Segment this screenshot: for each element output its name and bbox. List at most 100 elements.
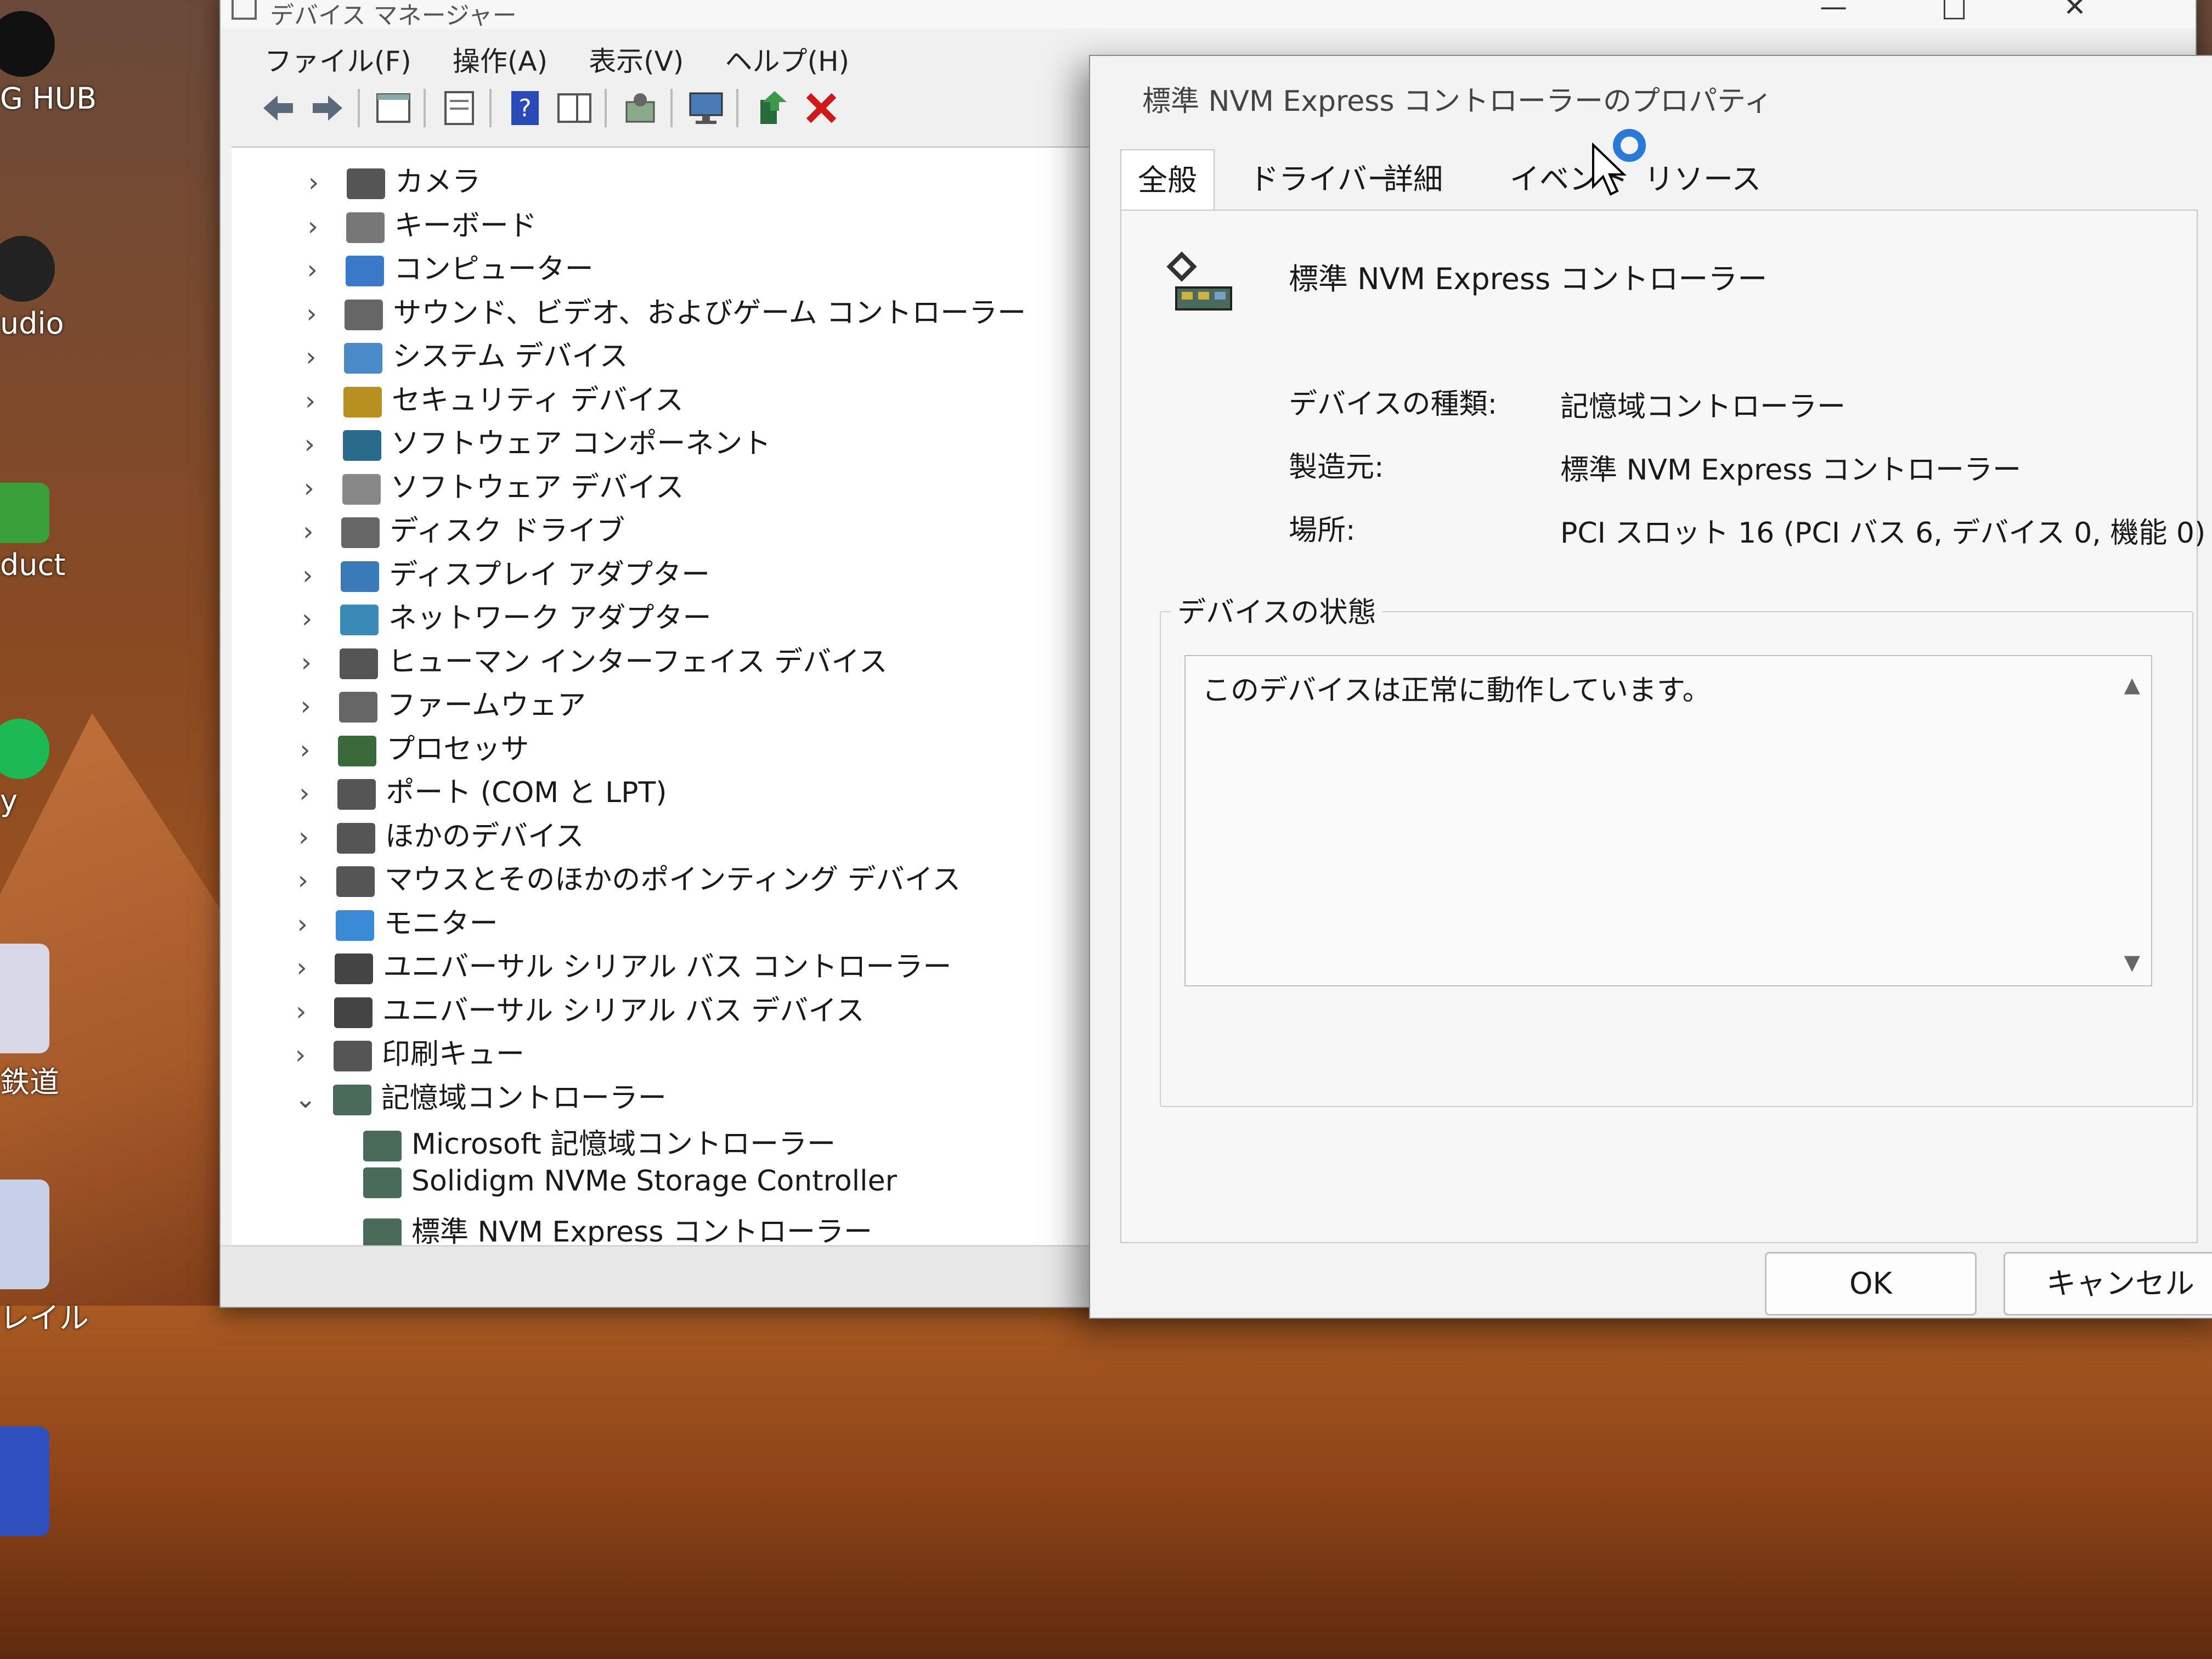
minimize-button[interactable]: — [1801,0,1866,23]
game-app-icon [0,944,49,1053]
tree-item[interactable]: › ポート (COM と LPT) [299,769,667,810]
tree-item[interactable]: › コンピューター [307,246,594,287]
tree-item[interactable]: › 印刷キュー [295,1031,524,1072]
scan-hardware-icon[interactable] [621,89,659,127]
close-button[interactable]: ✕ [2042,0,2108,23]
tree-item-label: ソフトウェア デバイス [390,471,684,504]
tab-general[interactable]: 全般 [1120,149,1215,215]
chevron-right-icon[interactable]: › [308,211,346,242]
desktop-icon-audio[interactable]: udio [0,236,77,341]
general-tab-panel: 標準 NVM Express コントローラー デバイスの種類: 記憶域コントロー… [1120,210,2205,1243]
chevron-right-icon[interactable]: › [304,429,343,460]
usb-icon [335,953,374,984]
help-icon[interactable]: ? [506,89,544,127]
tree-item[interactable]: › ユニバーサル シリアル バス コントローラー [296,944,951,985]
chevron-right-icon[interactable]: › [307,255,346,285]
speaker-icon [345,299,383,330]
monitor-scan-icon[interactable] [687,89,725,127]
chevron-right-icon[interactable]: › [301,647,340,678]
menu-file[interactable]: ファイル(F) [264,40,411,79]
spotify-icon [0,719,49,779]
tree-item[interactable]: › モニター [297,900,498,941]
tree-item[interactable]: › サウンド、ビデオ、およびゲーム コントローラー [306,290,1026,331]
maximize-button[interactable]: □ [1921,0,1987,23]
location-label: 場所: [1289,514,1356,547]
desktop-icon-spotify[interactable]: y [0,719,77,818]
window-title: デバイス マネージャー [270,2,517,30]
tree-item[interactable]: › システム デバイス [306,333,628,374]
menu-view[interactable]: 表示(V) [589,40,684,79]
tree-item[interactable]: › ヒューマン インターフェイス デバイス [301,639,888,680]
tab-details[interactable]: 詳細 [1367,149,1459,210]
chevron-down-icon[interactable]: ⌄ [295,1084,333,1114]
chevron-right-icon[interactable]: › [301,691,339,721]
ok-button[interactable]: OK [1765,1252,1977,1316]
tree-item[interactable]: › ソフトウェア デバイス [304,464,684,505]
chevron-right-icon[interactable]: › [299,778,337,809]
port-icon [337,779,376,810]
chevron-right-icon[interactable]: › [300,735,338,765]
tree-item[interactable]: › マウスとそのほかのポインティング デバイス [298,856,961,898]
tree-item[interactable]: › ユニバーサル シリアル バス デバイス [296,988,865,1029]
tree-child-item[interactable]: Microsoft 記憶域コントローラー [363,1121,836,1162]
scroll-down-icon[interactable]: ▼ [2124,950,2140,974]
tab-resources[interactable]: リソース [1628,149,1778,210]
chevron-right-icon[interactable]: › [297,909,336,940]
tree-item[interactable]: › カメラ [308,159,481,200]
chevron-right-icon[interactable]: › [304,473,342,504]
chevron-right-icon[interactable]: › [305,386,343,416]
chevron-right-icon[interactable]: › [295,1040,334,1070]
tree-item-label: キーボード [394,209,537,242]
tree-item[interactable]: › セキュリティ デバイス [305,377,684,418]
update-driver-icon[interactable] [753,89,791,127]
chevron-right-icon[interactable]: › [302,603,340,634]
tree-item[interactable]: › ソフトウェア コンポーネント [304,420,771,461]
chevron-right-icon[interactable]: › [296,996,334,1027]
storage-controller-icon [363,1218,402,1249]
chevron-right-icon[interactable]: › [308,167,347,198]
menu-help[interactable]: ヘルプ(H) [725,40,850,79]
chevron-right-icon[interactable]: › [298,822,337,853]
tree-item[interactable]: ⌄ 記憶域コントローラー [295,1075,667,1116]
forward-arrow-icon[interactable] [308,89,347,127]
chevron-right-icon[interactable]: › [306,298,345,329]
tree-item[interactable]: › プロセッサ [300,726,529,767]
desktop-icon-product[interactable]: duct [0,483,77,582]
tree-item[interactable]: › ディスプレイ アダプター [302,551,710,592]
tree-item[interactable]: › ファームウェア [301,682,586,723]
desktop-icon-app[interactable] [0,1426,77,1536]
chevron-right-icon[interactable]: › [303,516,341,547]
chevron-right-icon[interactable]: › [298,865,336,896]
show-hide-console-tree-icon[interactable] [374,89,413,127]
menu-action[interactable]: 操作(A) [453,40,548,79]
device-status-textbox[interactable]: このデバイスは正常に動作しています。 ▲ ▼ [1184,655,2152,986]
action-pane-icon[interactable] [555,89,594,127]
tree-item[interactable]: › キーボード [308,202,537,244]
audio-app-icon [0,236,55,302]
desktop-icon-rail[interactable]: レイル [0,1180,89,1337]
tree-item-label: ヒューマン インターフェイス デバイス [387,645,888,679]
tree-item[interactable]: › ネットワーク アダプター [302,595,712,636]
desktop-icon-label: y [0,783,18,818]
back-arrow-icon[interactable] [259,89,297,127]
tree-child-item[interactable]: Solidigm NVMe Storage Controller [363,1165,897,1198]
uninstall-device-icon[interactable] [802,89,840,127]
keyboard-icon [346,212,385,243]
tree-child-item[interactable]: 標準 NVM Express コントローラー [363,1209,872,1250]
desktop-icon-label: duct [0,548,66,582]
scroll-up-icon[interactable]: ▲ [2124,673,2140,697]
properties-icon[interactable] [440,89,478,127]
tree-item[interactable]: › ほかのデバイス [298,813,584,854]
chevron-right-icon[interactable]: › [296,952,335,983]
chevron-right-icon[interactable]: › [302,560,341,591]
tree-child-label: Solidigm NVMe Storage Controller [411,1165,897,1198]
chevron-right-icon[interactable]: › [306,342,344,373]
location-value: PCI スロット 16 (PCI バス 6, デバイス 0, 機能 0) [1560,517,2206,550]
desktop-icon-railway[interactable]: 鉄道 [0,944,77,1101]
tree-item-label: ファームウェア [387,689,586,722]
desktop-icon-ghub[interactable]: G HUB [0,0,97,116]
tree-item[interactable]: › ディスク ドライブ [303,507,625,549]
cancel-button[interactable]: キャンセル [2004,1252,2212,1316]
desktop-icon-label: udio [0,306,64,341]
storage-controller-icon [363,1167,402,1198]
